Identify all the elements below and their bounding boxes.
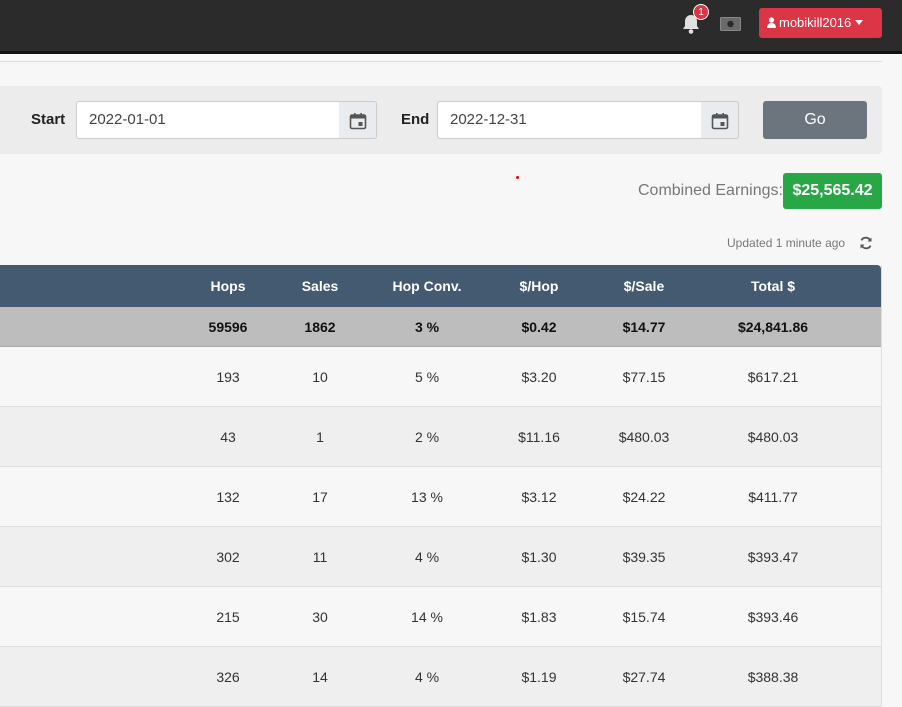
cell-hop-conv: 5 % (414, 369, 440, 385)
table-row[interactable]: 326 14 4 % $1.19 $27.74 $388.38 (0, 647, 881, 707)
table-row[interactable]: 215 30 14 % $1.83 $15.74 $393.46 (0, 587, 881, 647)
cell-hops: 326 (216, 669, 240, 685)
cell-total: $393.46 (747, 609, 799, 625)
cell-per-hop: $1.30 (521, 549, 557, 565)
cell-per-sale: $15.74 (622, 609, 666, 625)
totals-row: 59596 1862 3 % $0.42 $14.77 $24,841.86 (0, 307, 881, 347)
total-hop-conv: 3 % (414, 319, 440, 335)
table-row[interactable]: 132 17 13 % $3.12 $24.22 $411.77 (0, 467, 881, 527)
cell-sales: 1 (316, 429, 324, 445)
table-row[interactable]: 43 1 2 % $11.16 $480.03 $480.03 (0, 407, 881, 467)
go-button[interactable]: Go (763, 101, 867, 139)
end-calendar-button[interactable] (701, 101, 739, 139)
start-calendar-button[interactable] (339, 101, 377, 139)
cell-sales: 14 (312, 669, 328, 685)
total-hops: 59596 (208, 319, 248, 335)
column-header-per-hop[interactable]: $/Hop (489, 278, 589, 294)
column-header-total[interactable]: Total $ (723, 278, 823, 294)
updated-text: Updated 1 minute ago (727, 236, 846, 250)
cell-total: $388.38 (747, 669, 799, 685)
divider (0, 61, 882, 62)
cell-per-hop: $11.16 (518, 429, 560, 445)
cell-sales: 11 (312, 549, 328, 565)
cell-hops: 43 (220, 429, 236, 445)
cell-per-hop: $1.83 (521, 609, 557, 625)
user-menu-label: mobikill2016 (779, 15, 852, 30)
stats-table: Hops Sales Hop Conv. $/Hop $/Sale Total … (0, 265, 882, 707)
cell-hop-conv: 13 % (411, 489, 443, 505)
cell-total: $617.21 (747, 369, 799, 385)
cell-per-hop: $3.12 (521, 489, 557, 505)
start-date-input[interactable]: 2022-01-01 (76, 101, 340, 139)
cell-per-sale: $480.03 (618, 429, 670, 445)
cell-per-hop: $3.20 (521, 369, 557, 385)
cell-hop-conv: 2 % (414, 429, 440, 445)
cell-total: $393.47 (747, 549, 799, 565)
money-icon[interactable] (720, 17, 741, 31)
top-navbar: 1 mobikill2016 (0, 0, 902, 54)
cell-sales: 30 (312, 609, 328, 625)
cell-hops: 215 (216, 609, 240, 625)
user-menu-button[interactable]: mobikill2016 (759, 8, 882, 38)
combined-earnings-label: Combined Earnings: (638, 182, 783, 199)
combined-earnings-badge: $25,565.42 (783, 173, 882, 209)
caret-down-icon (855, 20, 864, 25)
cell-hops: 302 (216, 549, 240, 565)
table-row[interactable]: 302 11 4 % $1.30 $39.35 $393.47 (0, 527, 881, 587)
total-per-hop: $0.42 (521, 319, 557, 335)
cell-per-sale: $24.22 (622, 489, 666, 505)
total-sales: 1862 (304, 319, 336, 335)
total-amount: $24,841.86 (737, 319, 809, 335)
cell-hop-conv: 4 % (414, 549, 440, 565)
cell-sales: 17 (312, 489, 328, 505)
notification-badge: 1 (693, 4, 709, 20)
cell-hops: 193 (216, 369, 240, 385)
user-icon (767, 17, 776, 28)
cell-total: $411.77 (748, 489, 798, 505)
cell-per-sale: $27.74 (622, 669, 666, 685)
cell-total: $480.03 (747, 429, 799, 445)
cell-hop-conv: 14 % (411, 609, 443, 625)
end-date-input[interactable]: 2022-12-31 (437, 101, 702, 139)
cell-per-sale: $39.35 (622, 549, 666, 565)
refresh-icon[interactable] (859, 236, 873, 250)
start-label: Start (31, 111, 66, 128)
calendar-icon (349, 113, 367, 130)
column-header-sales[interactable]: Sales (270, 278, 370, 294)
table-header: Hops Sales Hop Conv. $/Hop $/Sale Total … (0, 265, 881, 307)
column-header-hops[interactable]: Hops (178, 278, 278, 294)
table-row[interactable]: 193 10 5 % $3.20 $77.15 $617.21 (0, 347, 881, 407)
calendar-icon (711, 113, 729, 130)
cell-sales: 10 (312, 369, 328, 385)
cell-per-hop: $1.19 (521, 669, 557, 685)
column-header-per-sale[interactable]: $/Sale (594, 278, 694, 294)
cell-per-sale: $77.15 (622, 369, 666, 385)
column-header-hop-conv[interactable]: Hop Conv. (377, 278, 477, 294)
red-dot (516, 176, 519, 179)
cell-hop-conv: 4 % (414, 669, 440, 685)
end-label: End (401, 111, 430, 128)
total-per-sale: $14.77 (622, 319, 666, 335)
cell-hops: 132 (216, 489, 240, 505)
